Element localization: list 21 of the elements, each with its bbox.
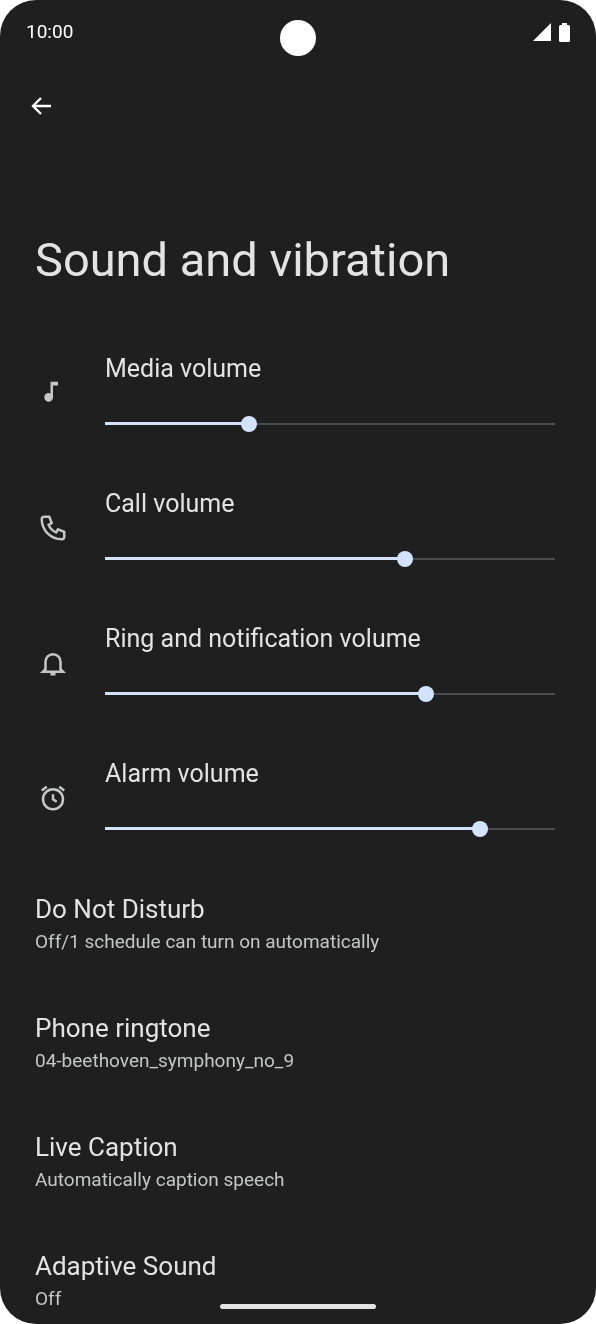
setting-summary: 04-beethoven_symphony_no_9 xyxy=(35,1048,295,1074)
slider-thumb[interactable] xyxy=(417,686,434,702)
slider-thumb[interactable] xyxy=(471,821,488,837)
page-title: Sound and vibration xyxy=(35,232,452,288)
setting-title[interactable]: Adaptive Sound xyxy=(35,1249,217,1283)
setting-summary: Off xyxy=(35,1286,62,1312)
setting-title[interactable]: Live Caption xyxy=(35,1130,178,1164)
status-time: 10:00 xyxy=(26,18,74,45)
setting-summary: Automatically caption speech xyxy=(35,1167,285,1193)
camera-cutout xyxy=(280,20,316,56)
slider-label: Alarm volume xyxy=(105,758,259,790)
slider-thumb[interactable] xyxy=(241,416,257,432)
battery-icon xyxy=(559,22,570,42)
signal-icon xyxy=(533,23,551,41)
slider-label: Ring and notification volume xyxy=(105,623,421,655)
setting-summary: Off/1 schedule can turn on automatically xyxy=(35,929,380,955)
setting-title[interactable]: Do Not Disturb xyxy=(35,892,205,926)
slider-label: Media volume xyxy=(105,353,262,385)
setting-title[interactable]: Phone ringtone xyxy=(35,1011,211,1045)
slider-thumb[interactable] xyxy=(397,551,414,567)
slider-label: Call volume xyxy=(105,488,235,520)
